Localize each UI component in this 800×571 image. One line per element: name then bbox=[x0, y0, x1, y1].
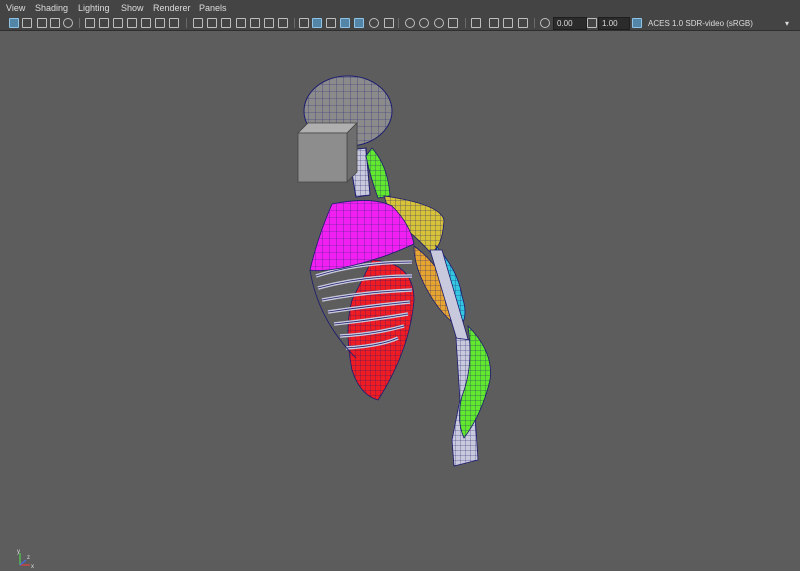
toolbar-separator bbox=[398, 18, 399, 28]
exposure-field[interactable]: 0.00 bbox=[553, 17, 587, 30]
isolate-select-icon[interactable] bbox=[471, 18, 481, 28]
image-plane-icon[interactable] bbox=[63, 18, 73, 28]
textured-icon[interactable] bbox=[354, 18, 364, 28]
viewport-menu-bar: View Shading Lighting Show Renderer Pane… bbox=[0, 0, 800, 16]
2d-pan-zoom-icon[interactable] bbox=[85, 18, 95, 28]
menu-shading[interactable]: Shading bbox=[35, 2, 68, 14]
toolbar-separator bbox=[465, 18, 466, 28]
menu-view[interactable]: View bbox=[6, 2, 25, 14]
shadows-icon[interactable] bbox=[384, 18, 394, 28]
menu-panels[interactable]: Panels bbox=[199, 2, 227, 14]
toolbar-separator bbox=[534, 18, 535, 28]
color-space-dropdown[interactable]: ACES 1.0 SDR-video (sRGB) bbox=[644, 17, 781, 30]
view-transform-icon[interactable] bbox=[632, 18, 642, 28]
wireframe-icon[interactable] bbox=[299, 18, 309, 28]
grid-icon[interactable] bbox=[193, 18, 203, 28]
gamma-icon[interactable] bbox=[587, 18, 597, 28]
toolbar-separator bbox=[186, 18, 187, 28]
toolbar-separator bbox=[79, 18, 80, 28]
muscle-model bbox=[297, 75, 491, 467]
gate-mask-icon[interactable] bbox=[236, 18, 246, 28]
viewport-toolbar: 0.00 1.00 ACES 1.0 SDR-video (sRGB) ▾ bbox=[0, 16, 800, 31]
safe-action-icon[interactable] bbox=[264, 18, 274, 28]
bookmark-icon[interactable] bbox=[127, 18, 137, 28]
xray-active-components-icon[interactable] bbox=[503, 18, 513, 28]
key-icon[interactable] bbox=[155, 18, 165, 28]
use-all-lights-icon[interactable] bbox=[369, 18, 379, 28]
film-gate-icon[interactable] bbox=[113, 18, 123, 28]
toolbar-separator bbox=[294, 18, 295, 28]
resolution-gate-icon[interactable] bbox=[221, 18, 231, 28]
menu-lighting[interactable]: Lighting bbox=[78, 2, 110, 14]
ambient-occlusion-icon[interactable] bbox=[405, 18, 415, 28]
axis-x-label: x bbox=[31, 564, 34, 570]
grease-pencil-icon[interactable] bbox=[99, 18, 109, 28]
xray-joints-icon[interactable] bbox=[518, 18, 528, 28]
jaw-cube[interactable] bbox=[297, 122, 358, 183]
smooth-shade-icon[interactable] bbox=[312, 18, 322, 28]
select-camera-icon[interactable] bbox=[9, 18, 19, 28]
field-chart-icon[interactable] bbox=[250, 18, 260, 28]
axis-gizmo: y x z bbox=[14, 549, 36, 571]
3d-viewport[interactable]: y x z bbox=[0, 31, 800, 570]
lock-camera-icon[interactable] bbox=[22, 18, 32, 28]
film-gate-toggle-icon[interactable] bbox=[207, 18, 217, 28]
gamma-field[interactable]: 1.00 bbox=[598, 17, 630, 30]
multisample-aa-icon[interactable] bbox=[434, 18, 444, 28]
menu-renderer[interactable]: Renderer bbox=[153, 2, 191, 14]
default-material-icon[interactable] bbox=[326, 18, 336, 28]
film-icon[interactable] bbox=[141, 18, 151, 28]
wireframe-on-shaded-icon[interactable] bbox=[340, 18, 350, 28]
depth-of-field-icon[interactable] bbox=[448, 18, 458, 28]
bookmarks-icon[interactable] bbox=[50, 18, 60, 28]
xray-icon[interactable] bbox=[489, 18, 499, 28]
camera-attributes-icon[interactable] bbox=[37, 18, 47, 28]
color-space-dropdown-arrow[interactable]: ▾ bbox=[778, 17, 796, 30]
pencil-icon[interactable] bbox=[169, 18, 179, 28]
menu-show[interactable]: Show bbox=[121, 2, 144, 14]
axis-y-label: y bbox=[17, 549, 20, 555]
safe-title-icon[interactable] bbox=[278, 18, 288, 28]
axis-z-label: z bbox=[27, 555, 30, 561]
motion-blur-icon[interactable] bbox=[419, 18, 429, 28]
exposure-icon[interactable] bbox=[540, 18, 550, 28]
